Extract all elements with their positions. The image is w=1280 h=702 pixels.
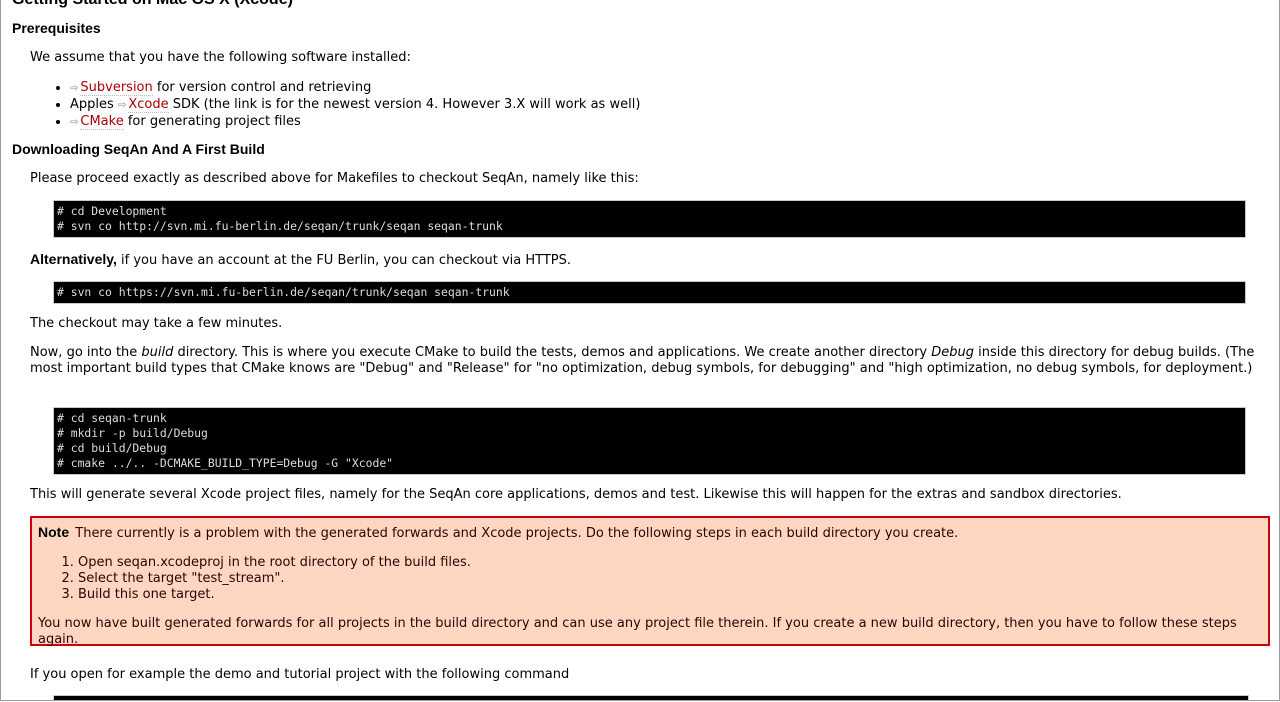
alternative-bold: Alternatively,	[30, 251, 117, 267]
note-box: Note There currently is a problem with t…	[30, 516, 1270, 647]
note-steps: Open seqan.xcodeproj in the root directo…	[38, 555, 1260, 603]
code-block-svn-checkout[interactable]: # cd Development # svn co http://svn.mi.…	[53, 200, 1246, 238]
build-directory-para: Now, go into the build directory. This i…	[30, 345, 1255, 376]
note-header: Note There currently is a problem with t…	[38, 524, 1260, 542]
prereq-item-xcode: Apples ⇨Xcode SDK (the link is for the n…	[70, 97, 640, 114]
external-link-icon: ⇨	[117, 100, 127, 111]
section-heading-cut: Getting Started on Mac OS X (Xcode)	[12, 0, 293, 9]
download-intro: Please proceed exactly as described abov…	[30, 171, 639, 186]
generate-para: This will generate several Xcode project…	[30, 487, 1122, 502]
external-link-icon: ⇨	[70, 117, 79, 128]
prereq-list: ⇨Subversion for version control and retr…	[32, 80, 640, 131]
prereq-item-cmake: ⇨CMake for generating project files	[70, 114, 640, 131]
page-content: Getting Started on Mac OS X (Xcode) Prer…	[0, 0, 1280, 701]
note-title: Note	[38, 524, 70, 540]
heading-prerequisites: Prerequisites	[12, 20, 101, 36]
prereq-item-subversion: ⇨Subversion for version control and retr…	[70, 80, 640, 97]
external-link-icon: ⇨	[70, 83, 79, 94]
note-step: Open seqan.xcodeproj in the root directo…	[78, 555, 1260, 571]
link-cmake[interactable]: CMake	[80, 114, 124, 130]
code-block-cut[interactable]	[53, 695, 1249, 700]
note-step: Build this one target.	[78, 587, 1260, 603]
alternative-para: Alternatively, if you have an account at…	[30, 251, 572, 268]
link-xcode[interactable]: Xcode	[128, 97, 169, 113]
note-step: Select the target "test_stream".	[78, 571, 1260, 587]
heading-downloading: Downloading SeqAn And A First Build	[12, 141, 265, 157]
note-footer: You now have built generated forwards fo…	[38, 616, 1237, 647]
prereq-intro: We assume that you have the following so…	[30, 50, 411, 65]
checkout-note: The checkout may take a few minutes.	[30, 316, 283, 331]
code-block-svn-https[interactable]: # svn co https://svn.mi.fu-berlin.de/seq…	[53, 281, 1246, 304]
open-project-para: If you open for example the demo and tut…	[30, 667, 570, 682]
code-block-cmake[interactable]: # cd seqan-trunk # mkdir -p build/Debug …	[53, 407, 1246, 475]
link-subversion[interactable]: Subversion	[80, 80, 153, 96]
note-text: There currently is a problem with the ge…	[71, 526, 959, 541]
